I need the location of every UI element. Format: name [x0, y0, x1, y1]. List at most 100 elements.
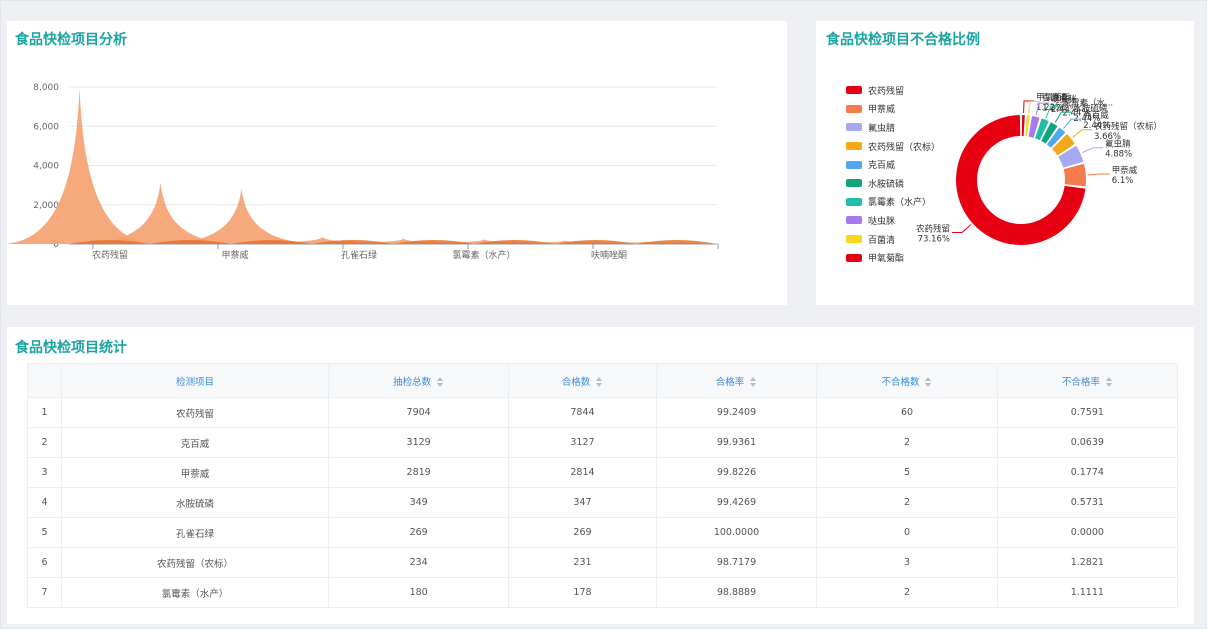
- table-row[interactable]: 7 氯霉素（水产） 180 178 98.8889 2 1.1111: [27, 577, 1179, 608]
- x-tick-label: 孔雀石绿: [341, 249, 377, 261]
- cell-fail: 2: [816, 487, 998, 518]
- col-pass-rate[interactable]: 合格率: [655, 363, 818, 398]
- cell-fail: 3: [816, 547, 998, 578]
- stats-title: 食品快检项目统计: [15, 340, 127, 356]
- cell-pass: 3127: [508, 427, 657, 458]
- slice-label: 氟虫腈: [1105, 139, 1131, 150]
- col-fail-rate[interactable]: 不合格率: [996, 363, 1179, 398]
- cell-index: 6: [27, 547, 62, 578]
- cell-pass-rate: 99.4269: [655, 487, 818, 518]
- x-tick-label: 氯霉素（水产）: [452, 249, 515, 261]
- cell-fail-rate: 1.2821: [996, 547, 1179, 578]
- x-tick-label: 呋喃唑酮: [591, 249, 627, 261]
- label-leader-line: [1087, 173, 1110, 176]
- table-body: 1 农药残留 7904 7844 99.2409 60 0.7591 2 克百威 3129 3127…: [27, 397, 1179, 608]
- slice-label: 克百威: [1083, 110, 1109, 121]
- col-fail-label: 不合格数: [881, 376, 920, 388]
- cell-pass-rate: 98.7179: [655, 547, 818, 578]
- cell-fail: 5: [816, 457, 998, 488]
- col-pass[interactable]: 合格数: [508, 363, 657, 398]
- cell-item: 水胺硫磷: [61, 487, 329, 518]
- ratio-panel: 食品快检项目不合格比例 农药残留 甲萘威 氟虫腈 农药残留（农标） 克百威 水胺硫磷 氯霉素…: [816, 21, 1194, 305]
- col-fail[interactable]: 不合格数: [816, 363, 998, 398]
- y-tick-label: 8,000: [33, 83, 59, 93]
- col-pass-rate-label: 合格率: [715, 376, 745, 388]
- cell-item: 孔雀石绿: [61, 517, 329, 548]
- col-item: 检测项目: [61, 363, 329, 398]
- cell-index: 3: [27, 457, 62, 488]
- cell-item: 农药残留: [61, 397, 329, 428]
- area-peak-series-2[interactable]: [636, 240, 717, 244]
- cell-total: 349: [327, 487, 510, 518]
- table-row[interactable]: 1 农药残留 7904 7844 99.2409 60 0.7591: [27, 397, 1179, 428]
- table-row[interactable]: 6 农药残留（农标） 234 231 98.7179 3 1.2821: [27, 547, 1179, 578]
- stats-table: 检测项目 抽检总数 合格数 合格率 不合格数 不合格率 1 农药残留 7904 784…: [27, 363, 1179, 608]
- cell-pass: 347: [508, 487, 657, 518]
- col-item-label: 检测项目: [175, 376, 214, 388]
- y-tick-label: 2,000: [33, 201, 59, 211]
- table-row[interactable]: 2 克百威 3129 3127 99.9361 2 0.0639: [27, 427, 1179, 458]
- cell-fail-rate: 0.5731: [996, 487, 1179, 518]
- cell-total: 269: [327, 517, 510, 548]
- col-pass-label: 合格数: [561, 376, 591, 388]
- analysis-panel: 食品快检项目分析 0 2,000 4,000 6,000 8,000 农药残留 甲萘威 孔雀石…: [7, 21, 787, 305]
- y-tick-label: 4,000: [33, 162, 59, 172]
- y-tick-label: 6,000: [33, 122, 59, 132]
- sort-icon[interactable]: [437, 377, 444, 387]
- sort-icon[interactable]: [750, 377, 757, 387]
- cell-index: 5: [27, 517, 62, 548]
- label-leader-line: [952, 224, 972, 234]
- cell-pass: 231: [508, 547, 657, 578]
- table-row[interactable]: 3 甲萘威 2819 2814 99.8226 5 0.1774: [27, 457, 1179, 488]
- cell-pass-rate: 99.8226: [655, 457, 818, 488]
- sort-icon[interactable]: [925, 377, 932, 387]
- cell-pass: 2814: [508, 457, 657, 488]
- label-leader-line: [1081, 147, 1104, 154]
- analysis-area-chart[interactable]: 02,0004,0006,0008,000农药残留 甲萘威 孔雀石绿 氯霉素（水产）呋…: [7, 21, 787, 305]
- sort-icon[interactable]: [596, 377, 603, 387]
- cell-fail: 0: [816, 517, 998, 548]
- cell-fail-rate: 0.0639: [996, 427, 1179, 458]
- table-row[interactable]: 4 水胺硫磷 349 347 99.4269 2 0.5731: [27, 487, 1179, 518]
- cell-index: 2: [27, 427, 62, 458]
- slice-label: 甲萘威: [1112, 165, 1138, 176]
- cell-fail-rate: 0.7591: [996, 397, 1179, 428]
- x-tick-label: 甲萘威: [221, 249, 248, 261]
- cell-total: 7904: [327, 397, 510, 428]
- cell-pass: 269: [508, 517, 657, 548]
- cell-item: 氯霉素（水产）: [61, 577, 329, 608]
- table-row[interactable]: 5 孔雀石绿 269 269 100.0000 0 0.0000: [27, 517, 1179, 548]
- cell-total: 180: [327, 577, 510, 608]
- col-total[interactable]: 抽检总数: [327, 363, 510, 398]
- cell-fail-rate: 1.1111: [996, 577, 1179, 608]
- cell-total: 2819: [327, 457, 510, 488]
- cell-total: 234: [327, 547, 510, 578]
- col-fail-rate-label: 不合格率: [1061, 376, 1100, 388]
- donut-slice[interactable]: [1021, 115, 1025, 137]
- cell-item: 甲萘威: [61, 457, 329, 488]
- cell-index: 7: [27, 577, 62, 608]
- ratio-donut-chart[interactable]: 甲氧菊酯1.22%百菌清1.22%哒虫脒2.44%氯霉素（水...2.44%水胺…: [816, 21, 1194, 305]
- sort-icon[interactable]: [1105, 377, 1113, 387]
- slice-label: 农药残留: [916, 224, 950, 235]
- x-tick-label: 农药残留: [92, 249, 128, 261]
- cell-total: 3129: [327, 427, 510, 458]
- col-index: [27, 363, 62, 398]
- donut-slice[interactable]: [1063, 163, 1086, 187]
- slice-percent: 73.16%: [918, 235, 950, 245]
- cell-pass-rate: 99.2409: [655, 397, 818, 428]
- area-peak-series-1[interactable]: [7, 88, 157, 244]
- cell-pass-rate: 100.0000: [655, 517, 818, 548]
- cell-pass: 7844: [508, 397, 657, 428]
- cell-item: 克百威: [61, 427, 329, 458]
- cell-pass: 178: [508, 577, 657, 608]
- cell-index: 4: [27, 487, 62, 518]
- slice-label: 农药残留（农标）: [1094, 121, 1162, 132]
- cell-fail: 60: [816, 397, 998, 428]
- cell-index: 1: [27, 397, 62, 428]
- cell-item: 农药残留（农标）: [61, 547, 329, 578]
- cell-fail-rate: 0.0000: [996, 517, 1179, 548]
- col-total-label: 抽检总数: [393, 376, 432, 388]
- area-peak-series-2[interactable]: [555, 240, 636, 244]
- cell-fail-rate: 0.1774: [996, 457, 1179, 488]
